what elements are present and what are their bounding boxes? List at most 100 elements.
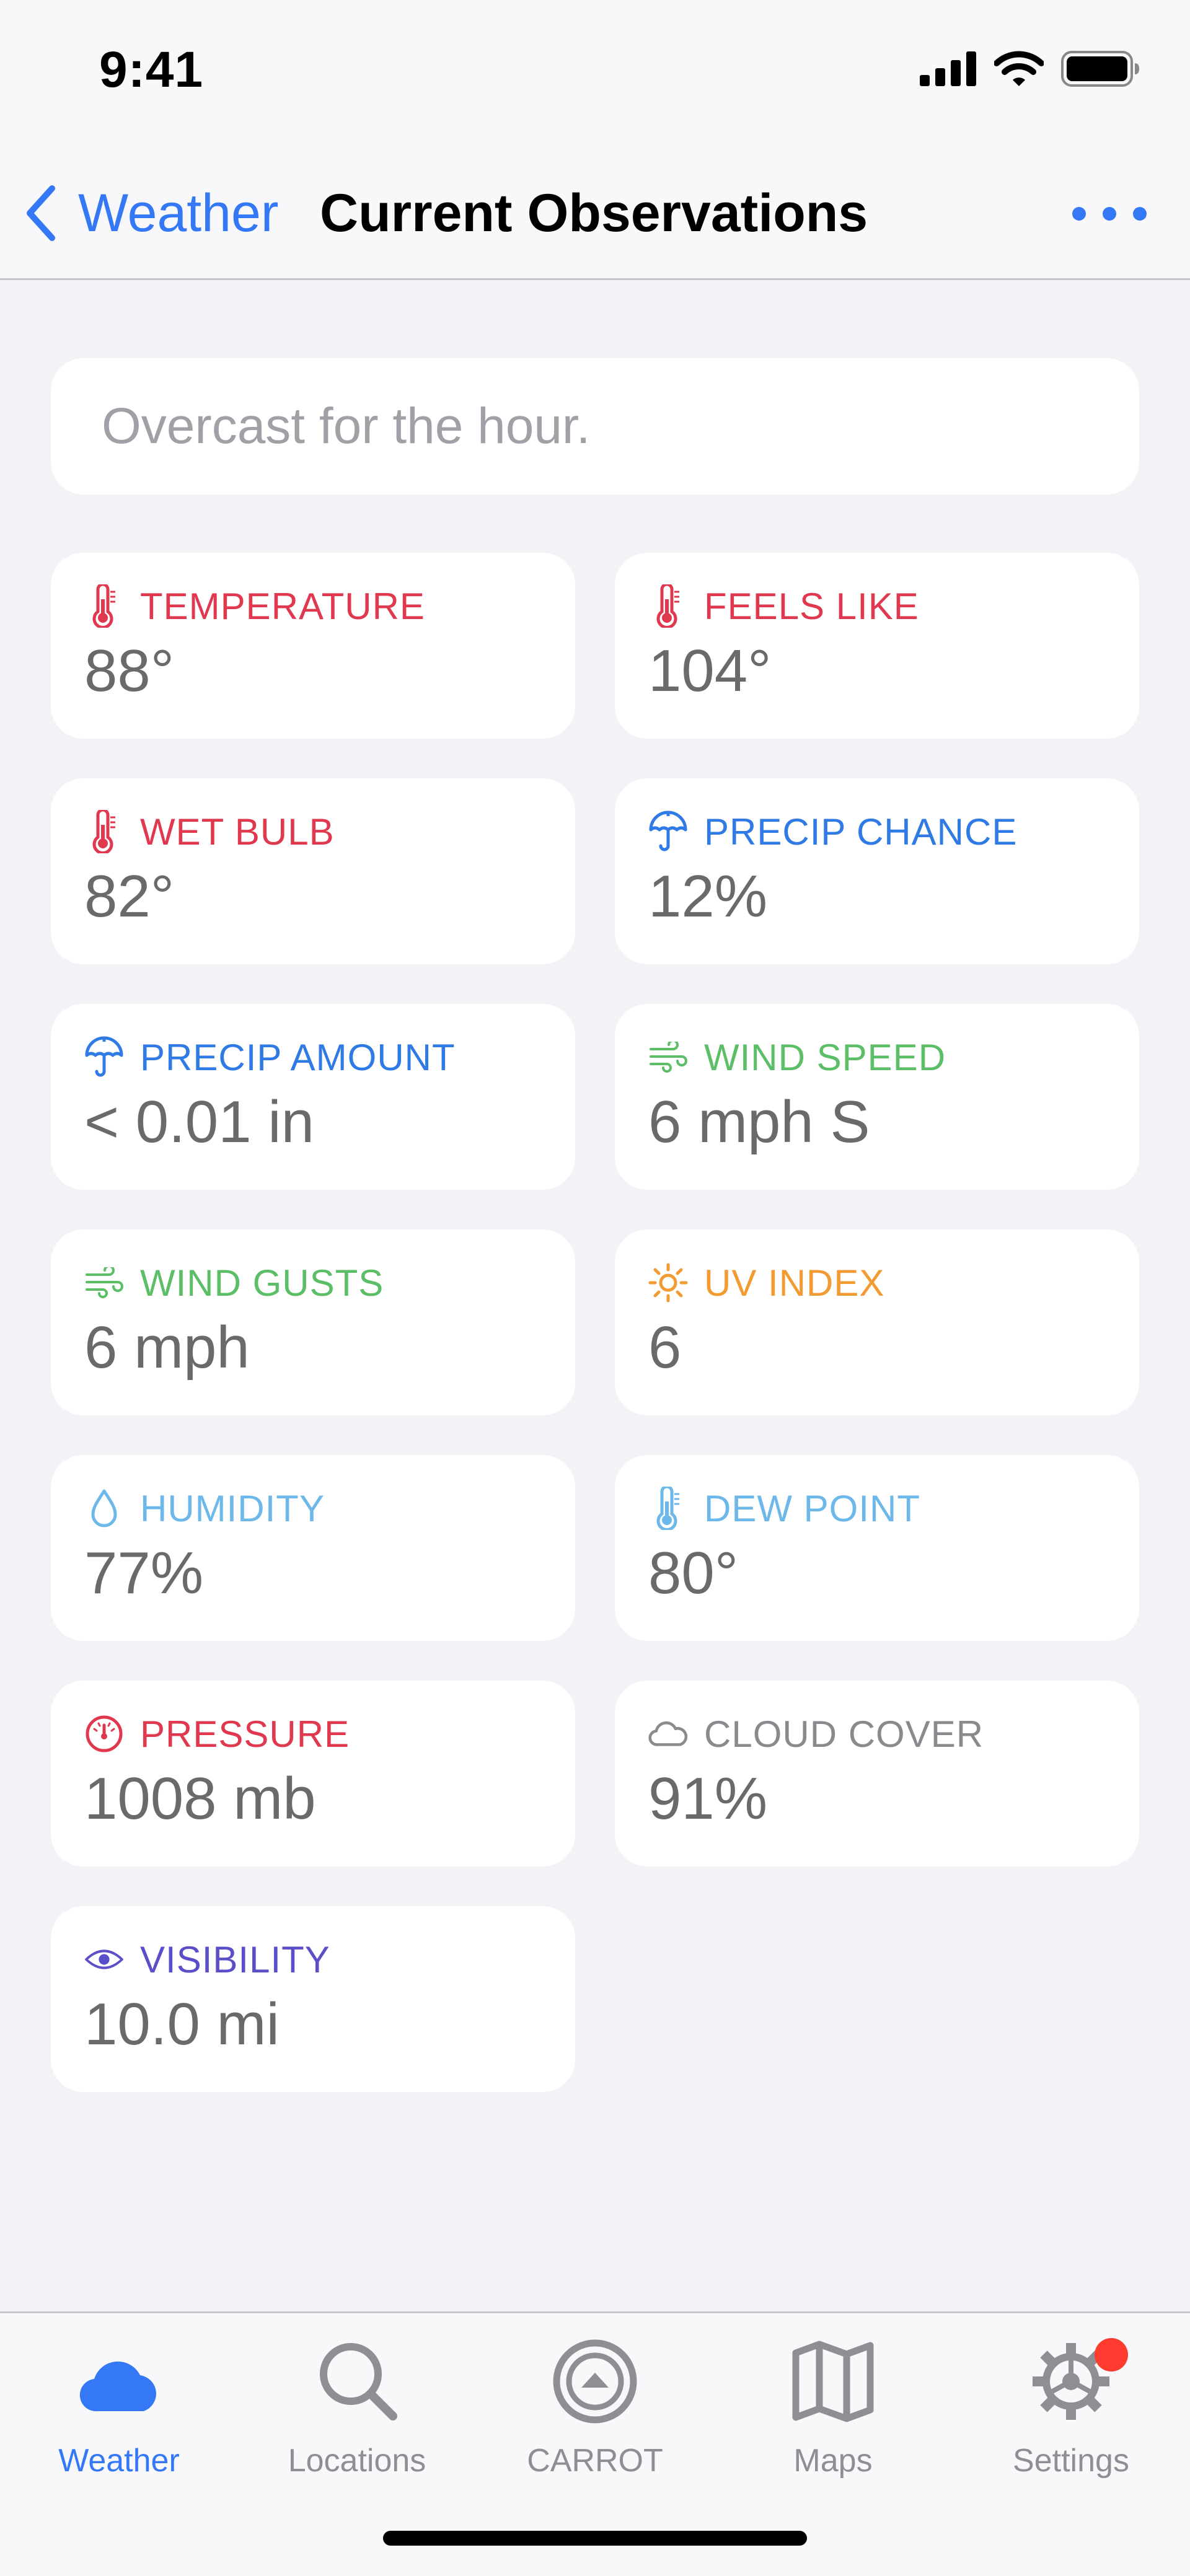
tile-header: PRECIP AMOUNT	[84, 1032, 575, 1082]
tile-header: TEMPERATURE	[84, 581, 575, 631]
tile-header: VISIBILITY	[84, 1935, 575, 1984]
tile-pressure[interactable]: PRESSURE 1008 mb	[51, 1681, 575, 1866]
tile-value: 82°	[84, 863, 175, 930]
tile-header: PRECIP CHANCE	[648, 807, 1139, 856]
tile-label: DEW POINT	[704, 1487, 920, 1529]
more-dot	[1103, 207, 1116, 221]
tile-visibility[interactable]: VISIBILITY 10.0 mi	[51, 1906, 575, 2092]
tile-feels-like[interactable]: FEELS LIKE 104°	[615, 553, 1139, 739]
status-time: 9:41	[99, 42, 204, 98]
tab-label: Locations	[288, 2443, 426, 2479]
notification-badge	[1095, 2338, 1128, 2372]
tile-label: UV INDEX	[704, 1262, 885, 1304]
map-icon	[792, 2341, 874, 2422]
tile-value: 6	[648, 1314, 682, 1381]
tile-value: 1008 mb	[84, 1765, 316, 1832]
tile-precip-chance[interactable]: PRECIP CHANCE 12%	[615, 778, 1139, 964]
tile-precip-amount[interactable]: PRECIP AMOUNT < 0.01 in	[51, 1004, 575, 1190]
tile-label: FEELS LIKE	[704, 585, 919, 627]
tile-header: WET BULB	[84, 807, 575, 856]
tile-value: 77%	[84, 1540, 204, 1606]
tile-value: < 0.01 in	[84, 1089, 314, 1155]
sun-icon	[648, 1261, 688, 1304]
thermometer-icon	[648, 1487, 688, 1530]
tile-value: 10.0 mi	[84, 1991, 280, 2057]
more-dot	[1072, 207, 1086, 221]
tab-settings[interactable]: Settings	[952, 2328, 1190, 2489]
tile-value: 12%	[648, 863, 768, 930]
tile-dew-point[interactable]: DEW POINT 80°	[615, 1455, 1139, 1641]
eye-icon	[84, 1938, 124, 1981]
umbrella-icon	[648, 810, 688, 853]
summary-card: Overcast for the hour.	[51, 358, 1139, 495]
status-icons	[920, 51, 1140, 87]
tile-value: 104°	[648, 638, 772, 704]
wind-icon	[84, 1261, 124, 1304]
tile-humidity[interactable]: HUMIDITY 77%	[51, 1455, 575, 1641]
tile-value: 6 mph	[84, 1314, 250, 1381]
gauge-icon	[84, 1712, 124, 1756]
tile-label: WIND SPEED	[704, 1036, 946, 1078]
tile-label: HUMIDITY	[140, 1487, 325, 1529]
tile-label: PRECIP AMOUNT	[140, 1036, 456, 1078]
tile-label: WIND GUSTS	[140, 1262, 384, 1304]
tile-label: VISIBILITY	[140, 1938, 330, 1980]
tile-value: 6 mph S	[648, 1089, 870, 1155]
tile-temperature[interactable]: TEMPERATURE 88°	[51, 553, 575, 739]
tab-carrot[interactable]: CARROT	[476, 2328, 714, 2489]
cloud-icon	[79, 2361, 156, 2412]
tile-label: WET BULB	[140, 811, 335, 853]
tab-locations[interactable]: Locations	[238, 2328, 476, 2489]
tile-value: 80°	[648, 1540, 739, 1606]
tile-header: CLOUD COVER	[648, 1709, 1139, 1759]
thermometer-icon	[84, 810, 124, 853]
tile-value: 91%	[648, 1765, 768, 1832]
droplet-icon	[84, 1487, 124, 1530]
back-button[interactable]: Weather	[25, 176, 278, 250]
top-bar: 9:41 Weather Current Observations	[0, 0, 1190, 280]
carrot-icon	[553, 2339, 637, 2424]
wifi-icon	[994, 51, 1044, 86]
tile-cloud-cover[interactable]: CLOUD COVER 91%	[615, 1681, 1139, 1866]
observations-content: Overcast for the hour. TEMPERATURE 88° F…	[51, 358, 1139, 2092]
tile-header: HUMIDITY	[84, 1484, 575, 1533]
tile-label: TEMPERATURE	[140, 585, 425, 627]
tile-wet-bulb[interactable]: WET BULB 82°	[51, 778, 575, 964]
tile-header: PRESSURE	[84, 1709, 575, 1759]
summary-text: Overcast for the hour.	[102, 398, 591, 454]
tile-label: PRESSURE	[140, 1713, 350, 1755]
tile-header: WIND SPEED	[648, 1032, 1139, 1082]
tile-label: PRECIP CHANCE	[704, 811, 1018, 853]
home-indicator[interactable]	[383, 2531, 807, 2546]
status-bar: 9:41	[0, 0, 1190, 146]
tab-label: Settings	[1013, 2443, 1129, 2479]
tile-wind-speed[interactable]: WIND SPEED 6 mph S	[615, 1004, 1139, 1190]
navigation-bar: Weather Current Observations	[0, 146, 1190, 280]
tab-label: CARROT	[527, 2443, 663, 2479]
tab-weather[interactable]: Weather	[0, 2328, 238, 2489]
tile-value: 88°	[84, 638, 175, 704]
tile-header: UV INDEX	[648, 1258, 1139, 1308]
tile-uv-index[interactable]: UV INDEX 6	[615, 1229, 1139, 1415]
more-options-button[interactable]	[1072, 192, 1147, 235]
cellular-signal-icon	[920, 51, 976, 86]
tab-label: Maps	[793, 2443, 873, 2479]
magnifier-icon	[320, 2343, 397, 2420]
battery-icon	[1061, 51, 1139, 87]
tile-header: DEW POINT	[648, 1484, 1139, 1533]
tab-maps[interactable]: Maps	[714, 2328, 952, 2489]
wind-icon	[648, 1035, 688, 1079]
back-button-label: Weather	[78, 183, 279, 243]
chevron-left-icon	[27, 185, 55, 241]
tile-header: WIND GUSTS	[84, 1258, 575, 1308]
umbrella-icon	[84, 1035, 124, 1079]
more-dot	[1133, 207, 1147, 221]
observations-grid: TEMPERATURE 88° FEELS LIKE 104° WET BULB	[51, 553, 1139, 2092]
tile-wind-gusts[interactable]: WIND GUSTS 6 mph	[51, 1229, 575, 1415]
tile-header: FEELS LIKE	[648, 581, 1139, 631]
thermometer-icon	[648, 584, 688, 628]
tile-label: CLOUD COVER	[704, 1713, 984, 1755]
page-title: Current Observations	[320, 183, 868, 243]
cloud-icon	[648, 1712, 688, 1756]
tab-label: Weather	[58, 2443, 180, 2479]
